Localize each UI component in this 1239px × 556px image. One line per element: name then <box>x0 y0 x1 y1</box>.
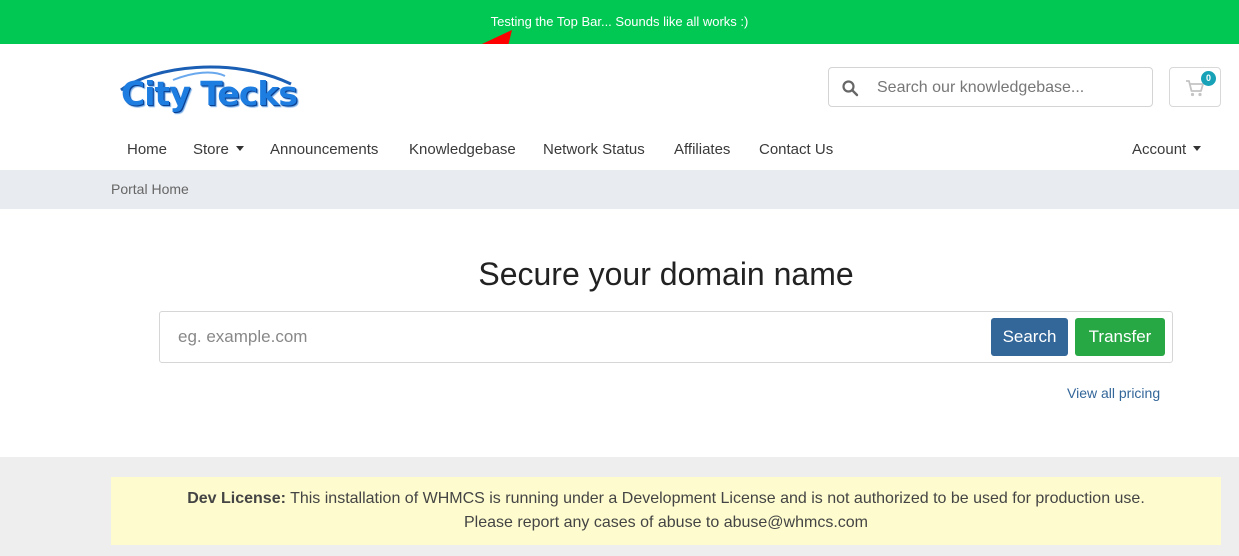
domain-search-input[interactable] <box>178 325 958 349</box>
nav-store-label: Store <box>193 141 229 158</box>
top-bar-message: Testing the Top Bar... Sounds like all w… <box>490 14 749 29</box>
search-button[interactable]: Search <box>991 318 1068 356</box>
search-icon[interactable] <box>841 79 859 97</box>
chevron-down-icon <box>1193 146 1202 151</box>
breadcrumb-bar: Portal Home <box>0 170 1239 209</box>
notice-label: Dev License: <box>187 490 286 507</box>
city-tecks-logo[interactable]: City Tecks <box>113 58 298 118</box>
cart-count-badge: 0 <box>1201 71 1216 86</box>
main-navigation: Home Store Announcements Knowledgebase N… <box>0 139 1239 163</box>
knowledgebase-search <box>828 67 1153 107</box>
nav-network-status[interactable]: Network Status <box>543 141 645 158</box>
top-announcement-bar: Testing the Top Bar... Sounds like all w… <box>0 0 1239 44</box>
knowledgebase-search-input[interactable] <box>877 76 1142 100</box>
view-all-pricing-link[interactable]: View all pricing <box>1067 385 1160 401</box>
domain-search-form: Search Transfer <box>159 311 1173 363</box>
notice-line-1: Dev License: This installation of WHMCS … <box>111 487 1221 511</box>
transfer-button[interactable]: Transfer <box>1075 318 1165 356</box>
nav-home[interactable]: Home <box>127 141 167 158</box>
site-header: City Tecks 0 Home Store Announcements Kn… <box>0 44 1239 170</box>
breadcrumb-portal-home[interactable]: Portal Home <box>111 181 189 197</box>
nav-knowledgebase[interactable]: Knowledgebase <box>409 141 516 158</box>
notice-text: This installation of WHMCS is running un… <box>290 490 1145 507</box>
cart-button[interactable]: 0 <box>1169 67 1221 107</box>
nav-contact-us[interactable]: Contact Us <box>759 141 833 158</box>
chevron-down-icon <box>235 146 244 151</box>
notice-line-2: Please report any cases of abuse to abus… <box>464 514 868 531</box>
dev-license-notice: Dev License: This installation of WHMCS … <box>111 477 1221 545</box>
nav-store[interactable]: Store <box>193 141 244 158</box>
nav-account-label: Account <box>1132 141 1187 158</box>
logo-text: City Tecks <box>121 74 298 113</box>
domain-search-title: Secure your domain name <box>478 256 854 292</box>
nav-account[interactable]: Account <box>1132 141 1202 158</box>
nav-announcements[interactable]: Announcements <box>270 141 378 158</box>
footer-band: Dev License: This installation of WHMCS … <box>0 457 1239 556</box>
nav-affiliates[interactable]: Affiliates <box>674 141 730 158</box>
